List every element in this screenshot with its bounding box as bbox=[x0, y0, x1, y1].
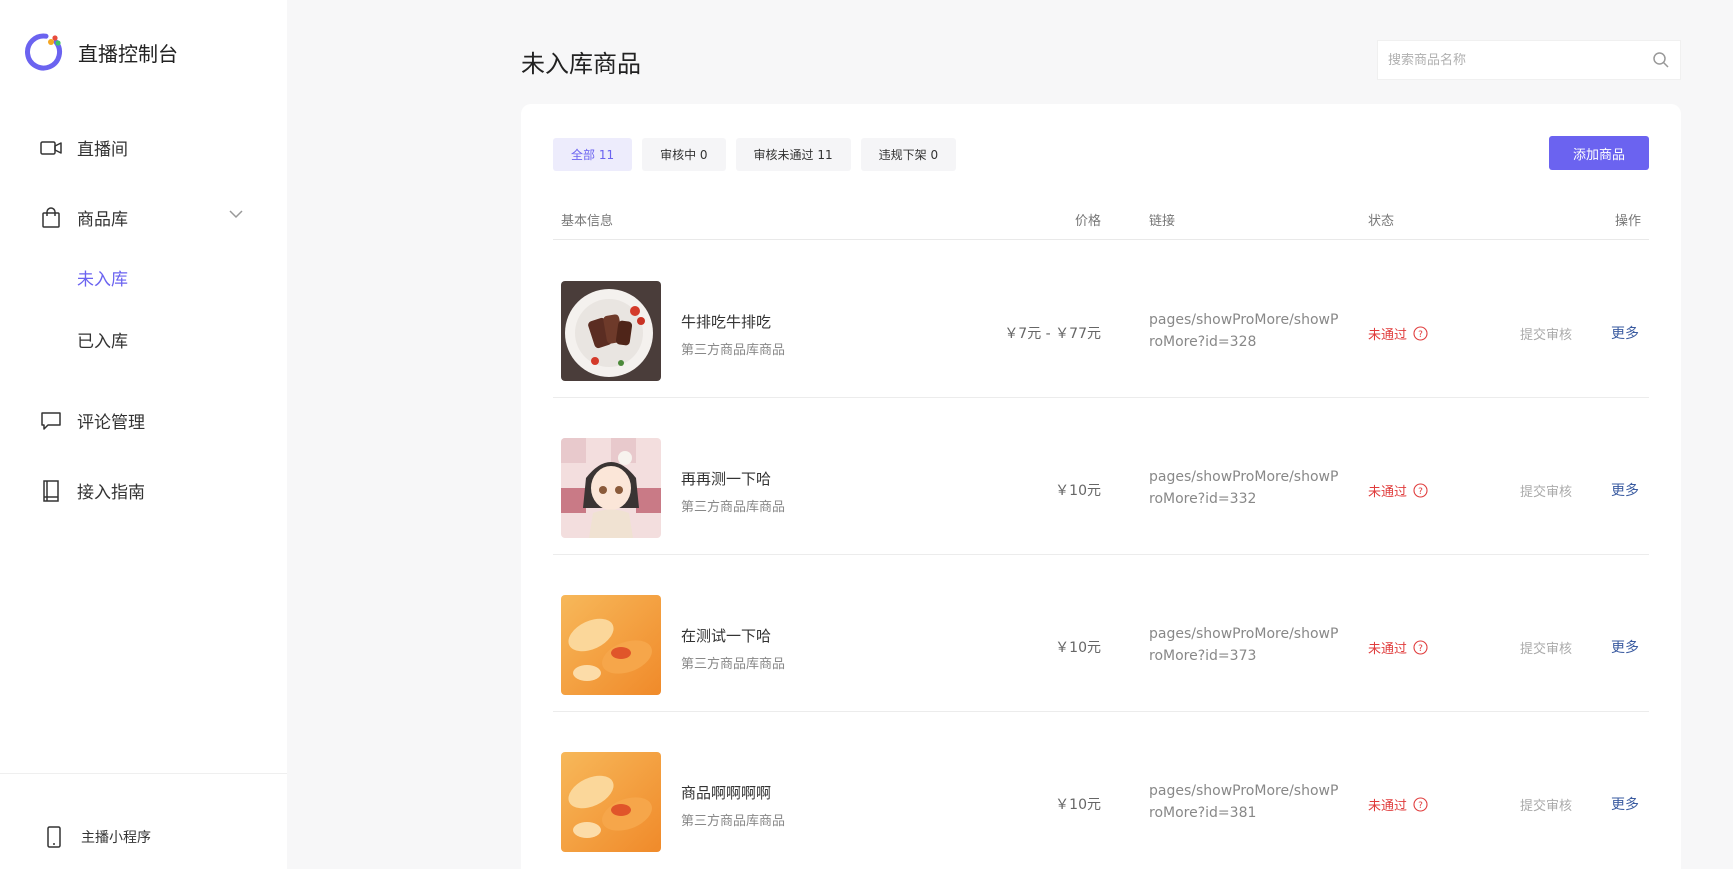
svg-text:?: ? bbox=[1418, 330, 1423, 340]
table-row: 在测试一下哈 第三方商品库商品 ￥10元 pages/showProMore/s… bbox=[553, 555, 1649, 712]
sidebar-item-label: 商品库 bbox=[77, 210, 128, 230]
product-source: 第三方商品库商品 bbox=[681, 343, 786, 358]
tab-violation-removed[interactable]: 违规下架 0 bbox=[860, 138, 957, 171]
svg-text:?: ? bbox=[1418, 801, 1423, 811]
sidebar-item-in-stock[interactable]: 已入库 bbox=[77, 327, 128, 352]
sidebar-item-guide[interactable]: 接入指南 bbox=[40, 478, 145, 503]
column-header-link: 链接 bbox=[1149, 214, 1176, 229]
product-source: 第三方商品库商品 bbox=[681, 814, 786, 829]
submit-review-button[interactable]: 提交审核 bbox=[1520, 795, 1572, 814]
product-price: ￥10元 bbox=[1055, 797, 1101, 813]
more-button[interactable]: 更多 bbox=[1611, 637, 1639, 657]
product-name: 商品啊啊啊啊 bbox=[681, 784, 772, 802]
product-name: 牛排吃牛排吃 bbox=[681, 313, 772, 331]
table-row: 再再测一下哈 第三方商品库商品 ￥10元 pages/showProMore/s… bbox=[553, 398, 1649, 555]
status-label: 未通过 bbox=[1368, 485, 1408, 500]
product-link: pages/showProMore/showProMore?id=381 bbox=[1149, 783, 1339, 821]
shopping-bag-icon bbox=[40, 206, 62, 229]
sidebar-item-not-in-stock[interactable]: 未入库 bbox=[77, 265, 128, 290]
more-button[interactable]: 更多 bbox=[1611, 480, 1639, 500]
status-badge: 未通过 ? bbox=[1368, 481, 1428, 500]
tab-all[interactable]: 全部 11 bbox=[553, 138, 633, 171]
product-thumbnail bbox=[561, 752, 661, 852]
product-card: 全部 11 审核中 0 审核未通过 11 违规下架 0 添加商品 基本信息 价格… bbox=[521, 104, 1681, 869]
add-product-button[interactable]: 添加商品 bbox=[1549, 136, 1649, 170]
status-badge: 未通过 ? bbox=[1368, 638, 1428, 657]
status-label: 未通过 bbox=[1368, 642, 1408, 657]
sidebar-item-label: 接入指南 bbox=[77, 483, 145, 503]
sidebar-item-label: 评论管理 bbox=[77, 413, 145, 433]
product-link: pages/showProMore/showProMore?id=328 bbox=[1149, 312, 1339, 350]
product-source: 第三方商品库商品 bbox=[681, 657, 786, 672]
product-thumbnail bbox=[561, 438, 661, 538]
chevron-down-icon[interactable] bbox=[228, 206, 244, 222]
video-camera-icon bbox=[40, 137, 62, 159]
product-name: 再再测一下哈 bbox=[681, 470, 772, 488]
comment-icon bbox=[40, 410, 62, 432]
table-row: 牛排吃牛排吃 第三方商品库商品 ￥7元 - ￥77元 pages/showPro… bbox=[553, 241, 1649, 398]
brand[interactable]: 直播控制台 bbox=[24, 32, 178, 72]
brand-logo-icon bbox=[25, 33, 62, 71]
product-price: ￥7元 - ￥77元 bbox=[1004, 326, 1101, 342]
tab-rejected[interactable]: 审核未通过 11 bbox=[735, 138, 851, 171]
question-circle-icon[interactable]: ? bbox=[1413, 483, 1428, 498]
svg-text:?: ? bbox=[1418, 644, 1423, 654]
status-badge: 未通过 ? bbox=[1368, 324, 1428, 343]
page-title: 未入库商品 bbox=[521, 50, 641, 78]
status-label: 未通过 bbox=[1368, 799, 1408, 814]
sidebar-item-label: 直播间 bbox=[77, 140, 128, 160]
submit-review-button[interactable]: 提交审核 bbox=[1520, 481, 1572, 500]
svg-text:?: ? bbox=[1418, 487, 1423, 497]
product-price: ￥10元 bbox=[1055, 483, 1101, 499]
table-row: 商品啊啊啊啊 第三方商品库商品 ￥10元 pages/showProMore/s… bbox=[553, 712, 1649, 869]
tab-under-review[interactable]: 审核中 0 bbox=[642, 138, 726, 171]
sidebar-item-live-room[interactable]: 直播间 bbox=[40, 135, 128, 160]
question-circle-icon[interactable]: ? bbox=[1413, 797, 1428, 812]
brand-title: 直播控制台 bbox=[78, 41, 178, 66]
filter-tabs: 全部 11 审核中 0 审核未通过 11 违规下架 0 bbox=[553, 138, 966, 171]
more-button[interactable]: 更多 bbox=[1611, 794, 1639, 814]
submit-review-button[interactable]: 提交审核 bbox=[1520, 638, 1572, 657]
product-link: pages/showProMore/showProMore?id=332 bbox=[1149, 469, 1339, 507]
sidebar-item-comments[interactable]: 评论管理 bbox=[40, 408, 145, 433]
column-header-status: 状态 bbox=[1368, 214, 1395, 229]
column-header-basic: 基本信息 bbox=[561, 214, 614, 229]
question-circle-icon[interactable]: ? bbox=[1413, 326, 1428, 341]
sidebar-footer-label: 主播小程序 bbox=[81, 830, 151, 846]
more-button[interactable]: 更多 bbox=[1611, 323, 1639, 343]
table-header: 基本信息 价格 链接 状态 操作 bbox=[553, 186, 1649, 240]
sidebar: 直播控制台 直播间 商品库 未入库 已入库 评论管理 接入指南 主播小程序 bbox=[0, 0, 287, 869]
question-circle-icon[interactable]: ? bbox=[1413, 640, 1428, 655]
phone-icon bbox=[46, 826, 64, 848]
sidebar-item-product-library[interactable]: 商品库 bbox=[40, 205, 128, 230]
status-badge: 未通过 ? bbox=[1368, 795, 1428, 814]
sidebar-footer-mini-program[interactable]: 主播小程序 bbox=[46, 826, 151, 848]
search-icon[interactable] bbox=[1652, 51, 1670, 69]
product-source: 第三方商品库商品 bbox=[681, 500, 786, 515]
sidebar-divider bbox=[0, 773, 287, 774]
status-label: 未通过 bbox=[1368, 328, 1408, 343]
column-header-action: 操作 bbox=[1614, 214, 1641, 229]
search-input[interactable] bbox=[1388, 52, 1652, 68]
product-price: ￥10元 bbox=[1055, 640, 1101, 656]
product-link: pages/showProMore/showProMore?id=373 bbox=[1149, 626, 1339, 664]
product-thumbnail bbox=[561, 281, 661, 381]
submit-review-button[interactable]: 提交审核 bbox=[1520, 324, 1572, 343]
product-name: 在测试一下哈 bbox=[681, 627, 772, 645]
search-box[interactable] bbox=[1377, 40, 1681, 80]
product-thumbnail bbox=[561, 595, 661, 695]
column-header-price: 价格 bbox=[1074, 214, 1101, 229]
book-icon bbox=[40, 479, 62, 502]
